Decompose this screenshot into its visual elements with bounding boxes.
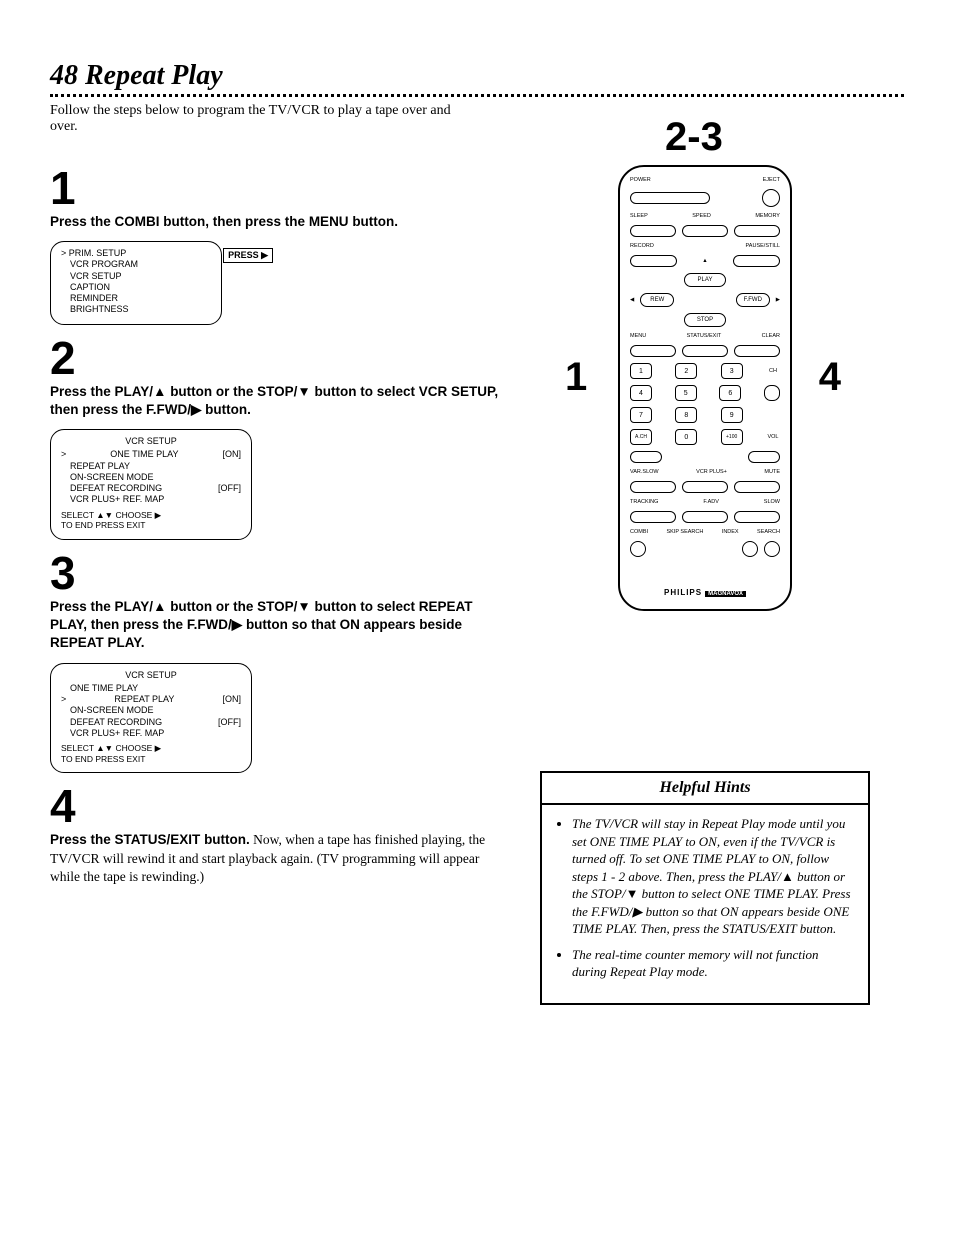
step-1-number: 1 bbox=[50, 165, 510, 211]
hints-title: Helpful Hints bbox=[542, 773, 868, 805]
menu-item: REMINDER bbox=[61, 293, 211, 304]
pause-button bbox=[733, 255, 780, 267]
menu-row: DEFEAT RECORDING[OFF] bbox=[61, 717, 241, 728]
num-2: 2 bbox=[675, 363, 697, 379]
menu-button bbox=[630, 345, 676, 357]
screen-title: VCR SETUP bbox=[61, 670, 241, 681]
index-button bbox=[764, 541, 780, 557]
ach-button: A.CH bbox=[630, 429, 652, 445]
right-column: 1 2-3 4 POWEREJECT SLEEPSPEEDMEMORY RECO… bbox=[540, 155, 870, 1005]
callout-4: 4 bbox=[819, 355, 841, 400]
memory-button bbox=[734, 225, 780, 237]
stop-button: STOP bbox=[684, 313, 726, 327]
clear-button bbox=[734, 345, 780, 357]
screen-3: VCR SETUP ONE TIME PLAY REPEAT PLAY[ON] … bbox=[50, 663, 252, 774]
hint-item: The real-time counter memory will not fu… bbox=[572, 946, 854, 981]
num-1: 1 bbox=[630, 363, 652, 379]
varslow-button bbox=[630, 481, 676, 493]
menu-row: ONE TIME PLAY bbox=[61, 683, 241, 694]
num-7: 7 bbox=[630, 407, 652, 423]
step-4-text: Press the STATUS/EXIT button. Now, when … bbox=[50, 831, 510, 886]
num-4: 4 bbox=[630, 385, 652, 401]
num-8: 8 bbox=[675, 407, 697, 423]
menu-row: ONE TIME PLAY[ON] bbox=[61, 449, 241, 460]
tracking-button bbox=[630, 511, 676, 523]
menu-row: REPEAT PLAY[ON] bbox=[61, 694, 241, 705]
num-5: 5 bbox=[675, 385, 697, 401]
menu-row: REPEAT PLAY bbox=[61, 461, 241, 472]
num-0: 0 bbox=[675, 429, 697, 445]
step-3-number: 3 bbox=[50, 550, 510, 596]
helpful-hints-box: Helpful Hints The TV/VCR will stay in Re… bbox=[540, 771, 870, 1005]
step-2-number: 2 bbox=[50, 335, 510, 381]
sleep-button bbox=[630, 225, 676, 237]
intro-text: Follow the steps below to program the TV… bbox=[50, 103, 470, 135]
menu-item: VCR PROGRAM bbox=[61, 259, 211, 270]
vol-up bbox=[748, 451, 780, 463]
fadv-button bbox=[682, 511, 728, 523]
brand-label: PHILIPSMAGNAVOX bbox=[664, 588, 746, 597]
callout-23: 2-3 bbox=[665, 115, 723, 160]
screen-footer: SELECT ▲▼ CHOOSE ▶ bbox=[61, 743, 241, 754]
menu-row: VCR PLUS+ REF. MAP bbox=[61, 728, 241, 739]
eject-button bbox=[762, 189, 780, 207]
menu-row: DEFEAT RECORDING[OFF] bbox=[61, 483, 241, 494]
menu-item: PRIM. SETUP bbox=[61, 248, 211, 259]
title-divider bbox=[50, 94, 904, 97]
menu-row: ON-SCREEN MODE bbox=[61, 472, 241, 483]
combi-button bbox=[630, 541, 646, 557]
step-1-text: Press the COMBI button, then press the M… bbox=[50, 213, 510, 231]
rew-button: REW bbox=[640, 293, 674, 307]
title-text: Repeat Play bbox=[85, 60, 223, 91]
plus100-button: +100 bbox=[721, 429, 743, 445]
screen-footer: TO END PRESS EXIT bbox=[61, 520, 241, 531]
page-number: 48 bbox=[50, 60, 78, 91]
screen-1: PRESS ▶ PRIM. SETUP VCR PROGRAM VCR SETU… bbox=[50, 241, 222, 325]
mute-button bbox=[734, 481, 780, 493]
ffwd-button: F.FWD bbox=[736, 293, 770, 307]
vcrplus-button bbox=[682, 481, 728, 493]
remote-illustration: POWEREJECT SLEEPSPEEDMEMORY RECORDPAUSE/… bbox=[618, 165, 792, 611]
num-3: 3 bbox=[721, 363, 743, 379]
step-2-text: Press the PLAY/▲ button or the STOP/▼ bu… bbox=[50, 383, 510, 419]
ch-button bbox=[764, 385, 780, 401]
skip-button bbox=[742, 541, 758, 557]
menu-row: ON-SCREEN MODE bbox=[61, 705, 241, 716]
screen-title: VCR SETUP bbox=[61, 436, 241, 447]
screen-footer: TO END PRESS EXIT bbox=[61, 754, 241, 765]
record-button bbox=[630, 255, 677, 267]
play-button: PLAY bbox=[684, 273, 726, 287]
step-4-number: 4 bbox=[50, 783, 510, 829]
step-3-text: Press the PLAY/▲ button or the STOP/▼ bu… bbox=[50, 598, 510, 653]
slow-button bbox=[734, 511, 780, 523]
hints-body: The TV/VCR will stay in Repeat Play mode… bbox=[542, 805, 868, 1003]
num-6: 6 bbox=[719, 385, 741, 401]
power-button bbox=[630, 192, 710, 204]
callout-1: 1 bbox=[565, 355, 587, 400]
speed-button bbox=[682, 225, 728, 237]
page-title: 48 Repeat Play bbox=[50, 60, 904, 92]
num-9: 9 bbox=[721, 407, 743, 423]
left-column: 1 Press the COMBI button, then press the… bbox=[50, 155, 510, 896]
page-header: 48 Repeat Play Follow the steps below to… bbox=[50, 60, 904, 135]
press-label: PRESS ▶ bbox=[223, 248, 273, 263]
menu-item: BRIGHTNESS bbox=[61, 304, 211, 315]
screen-footer: SELECT ▲▼ CHOOSE ▶ bbox=[61, 510, 241, 521]
status-exit-button bbox=[682, 345, 728, 357]
menu-row: VCR PLUS+ REF. MAP bbox=[61, 494, 241, 505]
menu-item: CAPTION bbox=[61, 282, 211, 293]
hint-item: The TV/VCR will stay in Repeat Play mode… bbox=[572, 815, 854, 938]
remote-diagram: 1 2-3 4 POWEREJECT SLEEPSPEEDMEMORY RECO… bbox=[595, 165, 815, 611]
vol-down bbox=[630, 451, 662, 463]
menu-item: VCR SETUP bbox=[61, 271, 211, 282]
screen-2: VCR SETUP ONE TIME PLAY[ON] REPEAT PLAY … bbox=[50, 429, 252, 540]
